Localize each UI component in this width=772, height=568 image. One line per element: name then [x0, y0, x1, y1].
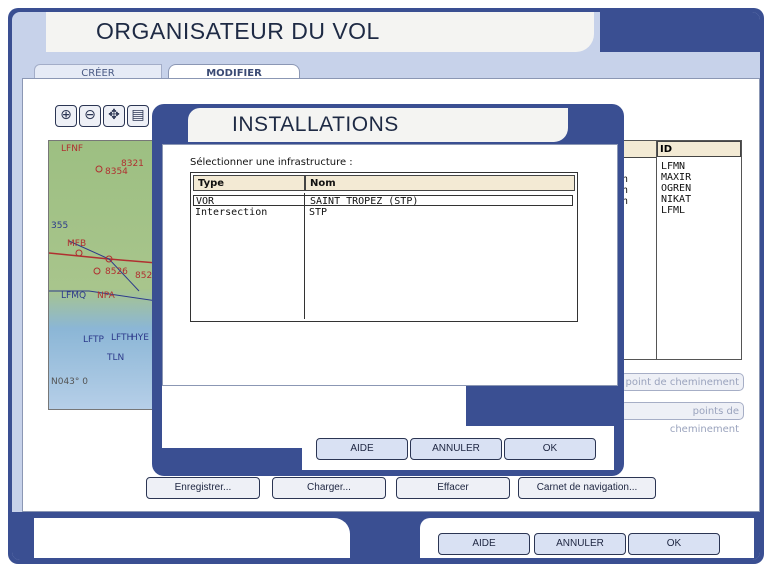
pan-icon[interactable]: ✥: [103, 105, 125, 127]
list-item[interactable]: LFML: [661, 205, 691, 216]
cell-type: Intersection: [195, 207, 268, 218]
list-item[interactable]: OGREN: [661, 183, 691, 194]
dialog-title-chrome: [568, 108, 620, 142]
dialog-cancel-button[interactable]: ANNULER: [410, 438, 502, 460]
dialog-help-button[interactable]: AIDE: [316, 438, 408, 460]
dialog-title: INSTALLATIONS: [232, 113, 399, 136]
title-chrome-right: [600, 12, 760, 52]
waypoint-id-list[interactable]: ID LFMN MAXIR OGREN NIKAT LFML: [656, 140, 742, 360]
waypoint-partial-column: n n n: [622, 140, 656, 360]
ok-button[interactable]: OK: [628, 533, 720, 555]
save-button[interactable]: Enregistrer...: [146, 477, 260, 499]
logbook-button[interactable]: Carnet de navigation...: [518, 477, 656, 499]
map-view[interactable]: LFNF 8321 8354 355 MFB 8526 8529 LFMQ NP…: [48, 140, 158, 410]
column-divider: [304, 193, 305, 319]
cell-name: STP: [309, 207, 328, 218]
flight-planner-window: ORGANISATEUR DU VOL CRÉER MODIFIER ⊕ ⊖ ✥…: [0, 0, 772, 568]
column-header-name[interactable]: Nom: [305, 175, 575, 191]
bottom-left-plate: [34, 518, 350, 558]
map-label: HYE: [131, 333, 149, 343]
map-label: LFTH: [111, 333, 134, 343]
facility-table[interactable]: Type Nom VOR SAINT TROPEZ (STP) Intersec…: [190, 172, 578, 322]
load-button[interactable]: Charger...: [272, 477, 386, 499]
facility-prompt: Sélectionner une infrastructure :: [190, 157, 353, 168]
map-label: 8354: [105, 167, 128, 177]
window-title: ORGANISATEUR DU VOL: [96, 18, 380, 44]
table-row[interactable]: VOR SAINT TROPEZ (STP): [193, 195, 573, 207]
remove-waypoints-button[interactable]: points de cheminement: [620, 402, 744, 435]
zoom-out-icon[interactable]: ⊖: [79, 105, 101, 127]
cancel-button[interactable]: ANNULER: [534, 533, 626, 555]
dialog-ok-button[interactable]: OK: [504, 438, 596, 460]
list-item[interactable]: MAXIR: [661, 172, 691, 183]
map-label: N043° 0: [51, 377, 88, 387]
page-icon[interactable]: ▤: [127, 105, 149, 127]
zoom-in-icon[interactable]: ⊕: [55, 105, 77, 127]
map-label: TLN: [107, 353, 125, 363]
cell-name: SAINT TROPEZ (STP): [310, 196, 419, 207]
map-label: 8526: [105, 267, 128, 277]
add-waypoint-button[interactable]: point de cheminement: [620, 373, 744, 391]
map-label: LFNF: [61, 144, 84, 154]
help-button[interactable]: AIDE: [438, 533, 530, 555]
map-label: 355: [51, 221, 69, 231]
cell-type: VOR: [196, 196, 215, 207]
map-label: LFMQ: [61, 291, 87, 301]
map-label: NPA: [97, 291, 115, 301]
list-item[interactable]: LFMN: [661, 161, 691, 172]
id-column-header: ID: [657, 141, 741, 157]
column-header-type[interactable]: Type: [193, 175, 305, 191]
clear-button[interactable]: Effacer: [396, 477, 510, 499]
list-item[interactable]: NIKAT: [661, 194, 691, 205]
map-label: LFTP: [83, 335, 104, 345]
map-label: MFB: [67, 239, 87, 249]
